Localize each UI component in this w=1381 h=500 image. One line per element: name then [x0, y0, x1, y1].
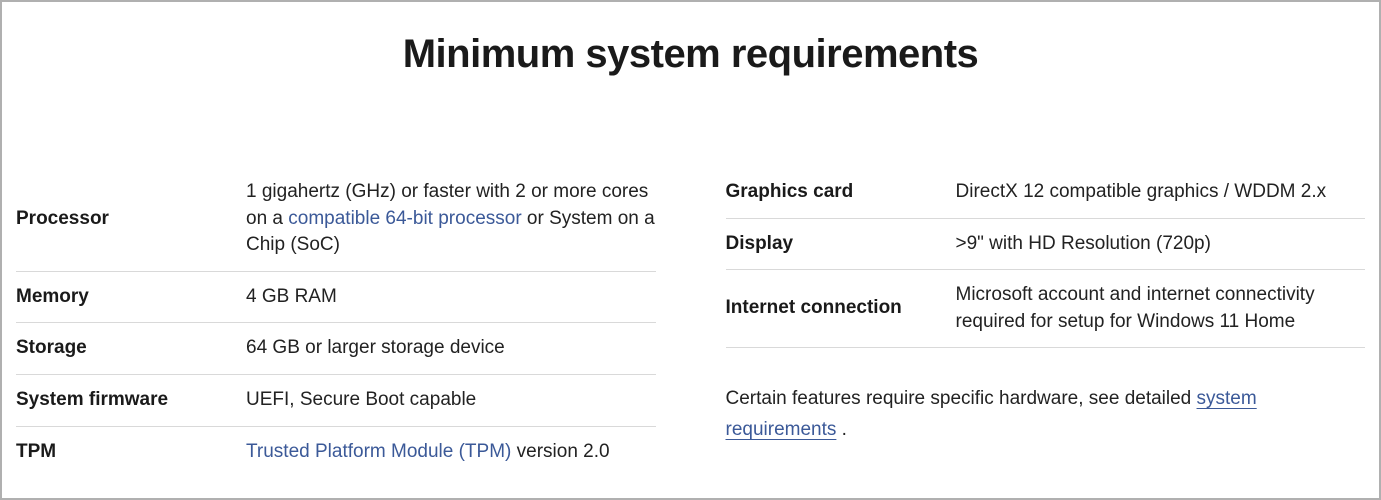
requirements-columns: Processor 1 gigahertz (GHz) or faster wi… [12, 167, 1369, 477]
req-value: 4 GB RAM [246, 284, 656, 311]
req-row-display: Display >9" with HD Resolution (720p) [726, 219, 1366, 271]
page-title: Minimum system requirements [12, 32, 1369, 77]
req-value: DirectX 12 compatible graphics / WDDM 2.… [956, 179, 1366, 206]
req-value: Microsoft account and internet connectiv… [956, 282, 1366, 335]
req-value: 64 GB or larger storage device [246, 335, 656, 362]
req-row-internet: Internet connection Microsoft account an… [726, 270, 1366, 348]
req-text: version 2.0 [511, 441, 609, 462]
req-label: Display [726, 231, 956, 258]
req-label: System firmware [16, 387, 246, 414]
req-value: >9" with HD Resolution (720p) [956, 231, 1366, 258]
req-row-processor: Processor 1 gigahertz (GHz) or faster wi… [16, 167, 656, 272]
compatible-processor-link[interactable]: compatible 64-bit processor [288, 208, 521, 229]
req-label: TPM [16, 439, 246, 466]
req-row-storage: Storage 64 GB or larger storage device [16, 323, 656, 375]
req-row-tpm: TPM Trusted Platform Module (TPM) versio… [16, 427, 656, 478]
req-row-graphics: Graphics card DirectX 12 compatible grap… [726, 167, 1366, 219]
req-value: Trusted Platform Module (TPM) version 2.… [246, 439, 656, 466]
right-column: Graphics card DirectX 12 compatible grap… [726, 167, 1366, 477]
req-label: Storage [16, 335, 246, 362]
req-label: Memory [16, 284, 246, 311]
req-value: UEFI, Secure Boot capable [246, 387, 656, 414]
tpm-link[interactable]: Trusted Platform Module (TPM) [246, 441, 511, 462]
req-row-firmware: System firmware UEFI, Secure Boot capabl… [16, 375, 656, 427]
req-label: Graphics card [726, 179, 956, 206]
req-value: 1 gigahertz (GHz) or faster with 2 or mo… [246, 179, 656, 259]
footnote-text: . [836, 419, 847, 440]
req-label: Processor [16, 206, 246, 233]
req-label: Internet connection [726, 295, 956, 322]
left-column: Processor 1 gigahertz (GHz) or faster wi… [16, 167, 656, 477]
req-row-memory: Memory 4 GB RAM [16, 272, 656, 324]
footnote-text: Certain features require specific hardwa… [726, 388, 1197, 409]
footnote: Certain features require specific hardwa… [726, 348, 1366, 445]
